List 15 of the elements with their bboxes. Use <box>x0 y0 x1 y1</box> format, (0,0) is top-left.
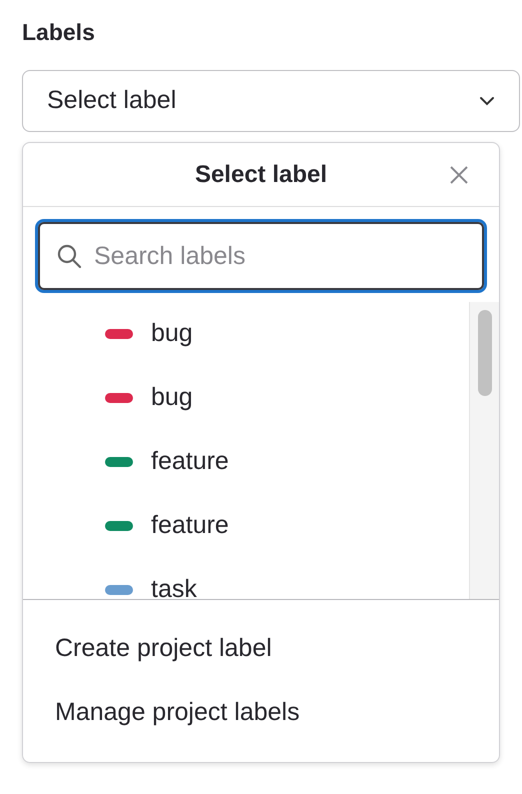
label-option[interactable]: bug <box>23 302 469 366</box>
dropdown-title: Select label <box>194 160 328 190</box>
label-option[interactable]: feature <box>23 430 469 494</box>
label-select[interactable]: Select label <box>22 70 520 132</box>
field-label: Labels <box>22 18 95 47</box>
close-icon[interactable] <box>449 165 469 185</box>
label-option[interactable]: bug <box>23 366 469 430</box>
label-option[interactable]: task <box>23 558 469 599</box>
scrollbar-thumb[interactable] <box>478 310 492 396</box>
footer-action[interactable]: Create project label <box>23 617 499 681</box>
chevron-down-icon <box>479 96 495 106</box>
label-option[interactable]: feature <box>23 494 469 558</box>
search-icon <box>56 243 82 269</box>
search-field[interactable]: Search labels <box>38 222 484 290</box>
footer-action[interactable]: Manage project labels <box>23 681 499 745</box>
